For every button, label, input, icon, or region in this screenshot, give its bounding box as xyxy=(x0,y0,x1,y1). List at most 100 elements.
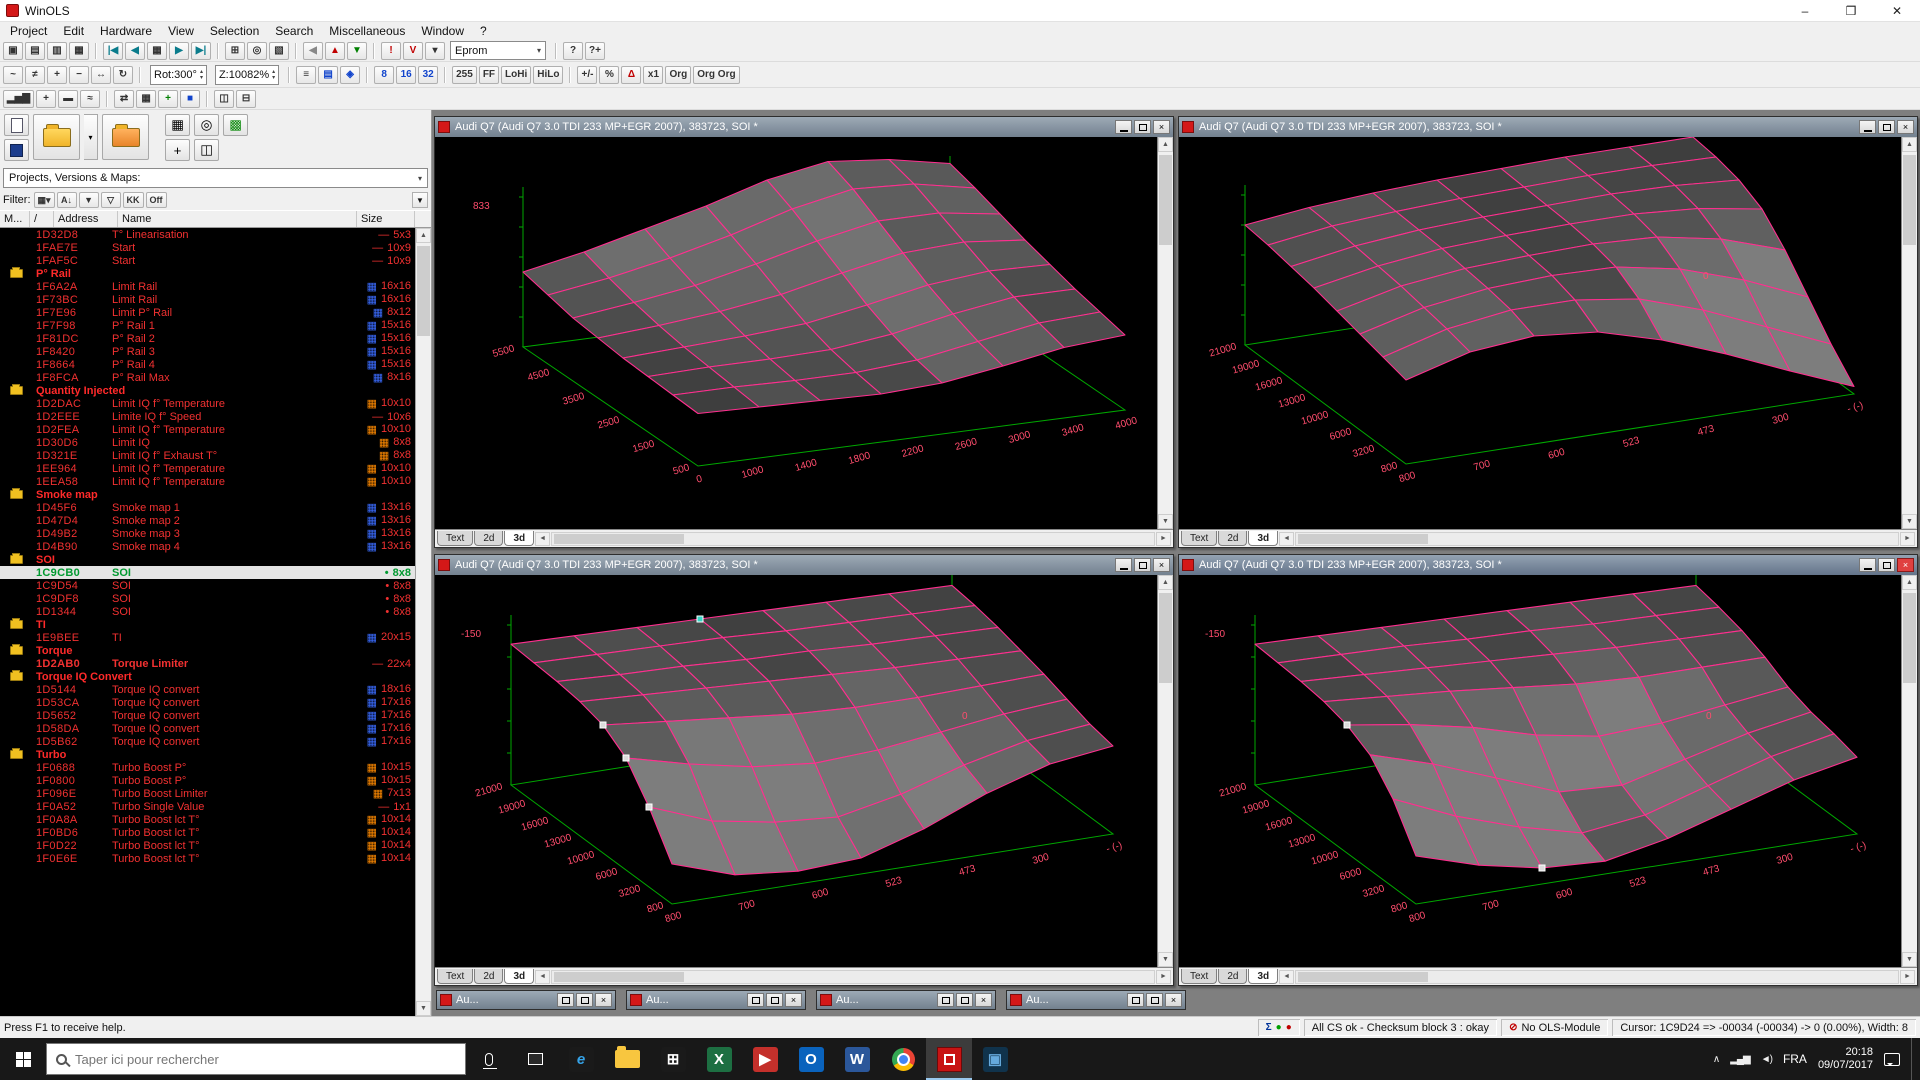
checkpoint-icon[interactable]: ! xyxy=(381,42,401,60)
tab-3d[interactable]: 3d xyxy=(504,969,534,984)
task-view-button[interactable] xyxy=(512,1038,558,1080)
restore-button[interactable] xyxy=(937,993,954,1007)
disconnect-icon[interactable]: ≠ xyxy=(25,66,45,84)
menu-miscellaneous[interactable]: Miscellaneous xyxy=(321,23,413,39)
split-window-icon[interactable]: ◫ xyxy=(194,139,219,161)
bits-32-icon[interactable]: 32 xyxy=(418,66,438,84)
hexdump-icon[interactable]: ▦ xyxy=(69,42,89,60)
scroll-down-icon[interactable]: ▼ xyxy=(1158,952,1173,967)
window-vertical-icon[interactable]: ⊟ xyxy=(236,90,256,108)
scroll-down-icon[interactable]: ▼ xyxy=(1158,514,1173,529)
bits-8-icon[interactable]: 8 xyxy=(374,66,394,84)
tab-3d[interactable]: 3d xyxy=(1248,969,1278,984)
view-text-icon[interactable]: ≡ xyxy=(296,66,316,84)
map-row[interactable]: 1EE964Limit IQ f° Temperature▦10x10 xyxy=(0,462,415,475)
connect-icon[interactable]: ~ xyxy=(3,66,23,84)
map-3d-surface[interactable]: 2100019000160001300010000600032008008007… xyxy=(1179,137,1901,529)
map-row[interactable]: 1D2DACLimit IQ f° Temperature▦10x10 xyxy=(0,397,415,410)
project-properties-icon[interactable]: ▣ xyxy=(3,42,23,60)
map-3d-chart[interactable]: 2100019000160001300010000600032008008007… xyxy=(1179,575,1901,967)
map-row[interactable]: 1D2EEELimite IQ f° Speed—10x6 xyxy=(0,410,415,423)
volume-icon[interactable]: ◄) xyxy=(1761,1054,1772,1065)
start-button[interactable] xyxy=(0,1038,46,1080)
map-folder-row[interactable]: Quantity Injected xyxy=(0,384,415,397)
map-row[interactable]: 1D45F6Smoke map 1▦13x16 xyxy=(0,501,415,514)
selection-marker[interactable] xyxy=(600,722,606,728)
scroll-thumb[interactable] xyxy=(1298,972,1428,982)
add-folder-icon[interactable]: + xyxy=(165,139,190,161)
minimized-window-2[interactable]: Au...× xyxy=(626,990,806,1010)
chart-horizontal-scrollbar[interactable] xyxy=(1295,532,1899,546)
minimized-window-3[interactable]: Au...× xyxy=(816,990,996,1010)
scroll-thumb[interactable] xyxy=(554,534,684,544)
restore-button[interactable] xyxy=(557,993,574,1007)
maximize-button[interactable] xyxy=(766,993,783,1007)
scroll-right-icon[interactable]: ► xyxy=(1900,532,1915,546)
zoom-spinner[interactable]: Z:10082% ▴▾ xyxy=(215,65,279,85)
menu-search[interactable]: Search xyxy=(267,23,321,39)
close-button[interactable]: × xyxy=(785,993,802,1007)
filter-funnel-off-button[interactable]: ▽ xyxy=(101,192,121,208)
open-project-button[interactable] xyxy=(33,114,80,160)
validate-icon[interactable]: V xyxy=(403,42,423,60)
menu-edit[interactable]: Edit xyxy=(55,23,92,39)
tab-3d[interactable]: 3d xyxy=(504,531,534,546)
family-dropdown-icon[interactable]: ▾ xyxy=(425,42,445,60)
factor-icon[interactable]: x1 xyxy=(643,66,663,84)
map-row[interactable]: 1D47D4Smoke map 2▦13x16 xyxy=(0,514,415,527)
clock[interactable]: 20:18 09/07/2017 xyxy=(1818,1046,1873,1072)
bits-16-icon[interactable]: 16 xyxy=(396,66,416,84)
context-help-icon[interactable]: ?+ xyxy=(585,42,605,60)
map-folder-row[interactable]: Torque IQ Convert xyxy=(0,670,415,683)
scroll-down-icon[interactable]: ▼ xyxy=(416,1001,431,1016)
tab-text[interactable]: Text xyxy=(1181,969,1217,984)
scroll-up-icon[interactable]: ▲ xyxy=(1158,137,1173,152)
scroll-left-icon[interactable]: ◄ xyxy=(535,532,550,546)
map-row[interactable]: 1D4B90Smoke map 4▦13x16 xyxy=(0,540,415,553)
filter-funnel-button[interactable]: ▼ xyxy=(79,192,99,208)
menu-help[interactable]: ? xyxy=(472,23,495,39)
window-horizontal-icon[interactable]: ◫ xyxy=(214,90,234,108)
selection-marker[interactable] xyxy=(1344,722,1350,728)
tab-3d[interactable]: 3d xyxy=(1248,531,1278,546)
column-header-m[interactable]: M... xyxy=(0,211,30,227)
scroll-down-icon[interactable]: ▼ xyxy=(1902,514,1917,529)
maximize-button[interactable] xyxy=(576,993,593,1007)
rotate-view-icon[interactable]: ↻ xyxy=(113,66,133,84)
minimize-button[interactable] xyxy=(1859,558,1876,572)
taskbar-search[interactable] xyxy=(46,1043,466,1075)
view-2d-icon[interactable]: ▤ xyxy=(318,66,338,84)
open-project-dropdown[interactable]: ▾ xyxy=(84,114,98,160)
taskbar-app-winols[interactable] xyxy=(926,1038,972,1080)
map-folder-row[interactable]: Torque xyxy=(0,644,415,657)
map-row[interactable]: 1F8420P° Rail 3▦15x16 xyxy=(0,345,415,358)
map-pack-icon[interactable]: ▦ xyxy=(165,114,190,136)
minimized-window-4[interactable]: Au...× xyxy=(1006,990,1186,1010)
scroll-right-icon[interactable]: ► xyxy=(1156,970,1171,984)
chart-vertical-scrollbar[interactable]: ▲▼ xyxy=(1901,137,1917,529)
map-row[interactable]: 1F0BD6Turbo Boost lct T°▦10x14 xyxy=(0,826,415,839)
map-row[interactable]: 1F7E96Limit P° Rail▦8x12 xyxy=(0,306,415,319)
map-3d-surface[interactable]: 2100019000160001300010000600032008008007… xyxy=(1179,575,1901,967)
map-window-titlebar[interactable]: Audi Q7 (Audi Q7 3.0 TDI 233 MP+EGR 2007… xyxy=(435,555,1173,575)
maximize-button[interactable] xyxy=(956,993,973,1007)
chart-horizontal-scrollbar[interactable] xyxy=(1295,970,1899,984)
fit-view-icon[interactable]: ↔ xyxy=(91,66,111,84)
selection-marker[interactable] xyxy=(1539,865,1545,871)
restore-button[interactable] xyxy=(747,993,764,1007)
import-file-button[interactable] xyxy=(102,114,149,160)
scroll-left-icon[interactable]: ◄ xyxy=(1279,970,1294,984)
close-button[interactable]: × xyxy=(975,993,992,1007)
menu-window[interactable]: Window xyxy=(413,23,472,39)
import-data-icon[interactable]: ▲ xyxy=(325,42,345,60)
map-3d-chart[interactable]: 2100019000160001300010000600032008008007… xyxy=(435,575,1157,967)
tab-text[interactable]: Text xyxy=(437,531,473,546)
map-row[interactable]: 1F0D22Turbo Boost lct T°▦10x14 xyxy=(0,839,415,852)
scroll-down-icon[interactable]: ▼ xyxy=(1902,952,1917,967)
scroll-left-icon[interactable]: ◄ xyxy=(535,970,550,984)
scroll-thumb[interactable] xyxy=(1159,155,1172,245)
tab-2d[interactable]: 2d xyxy=(474,531,503,546)
map-folder-row[interactable]: Turbo xyxy=(0,748,415,761)
value-ff-icon[interactable]: FF xyxy=(479,66,499,84)
map-row[interactable]: 1D5144Torque IQ convert▦18x16 xyxy=(0,683,415,696)
